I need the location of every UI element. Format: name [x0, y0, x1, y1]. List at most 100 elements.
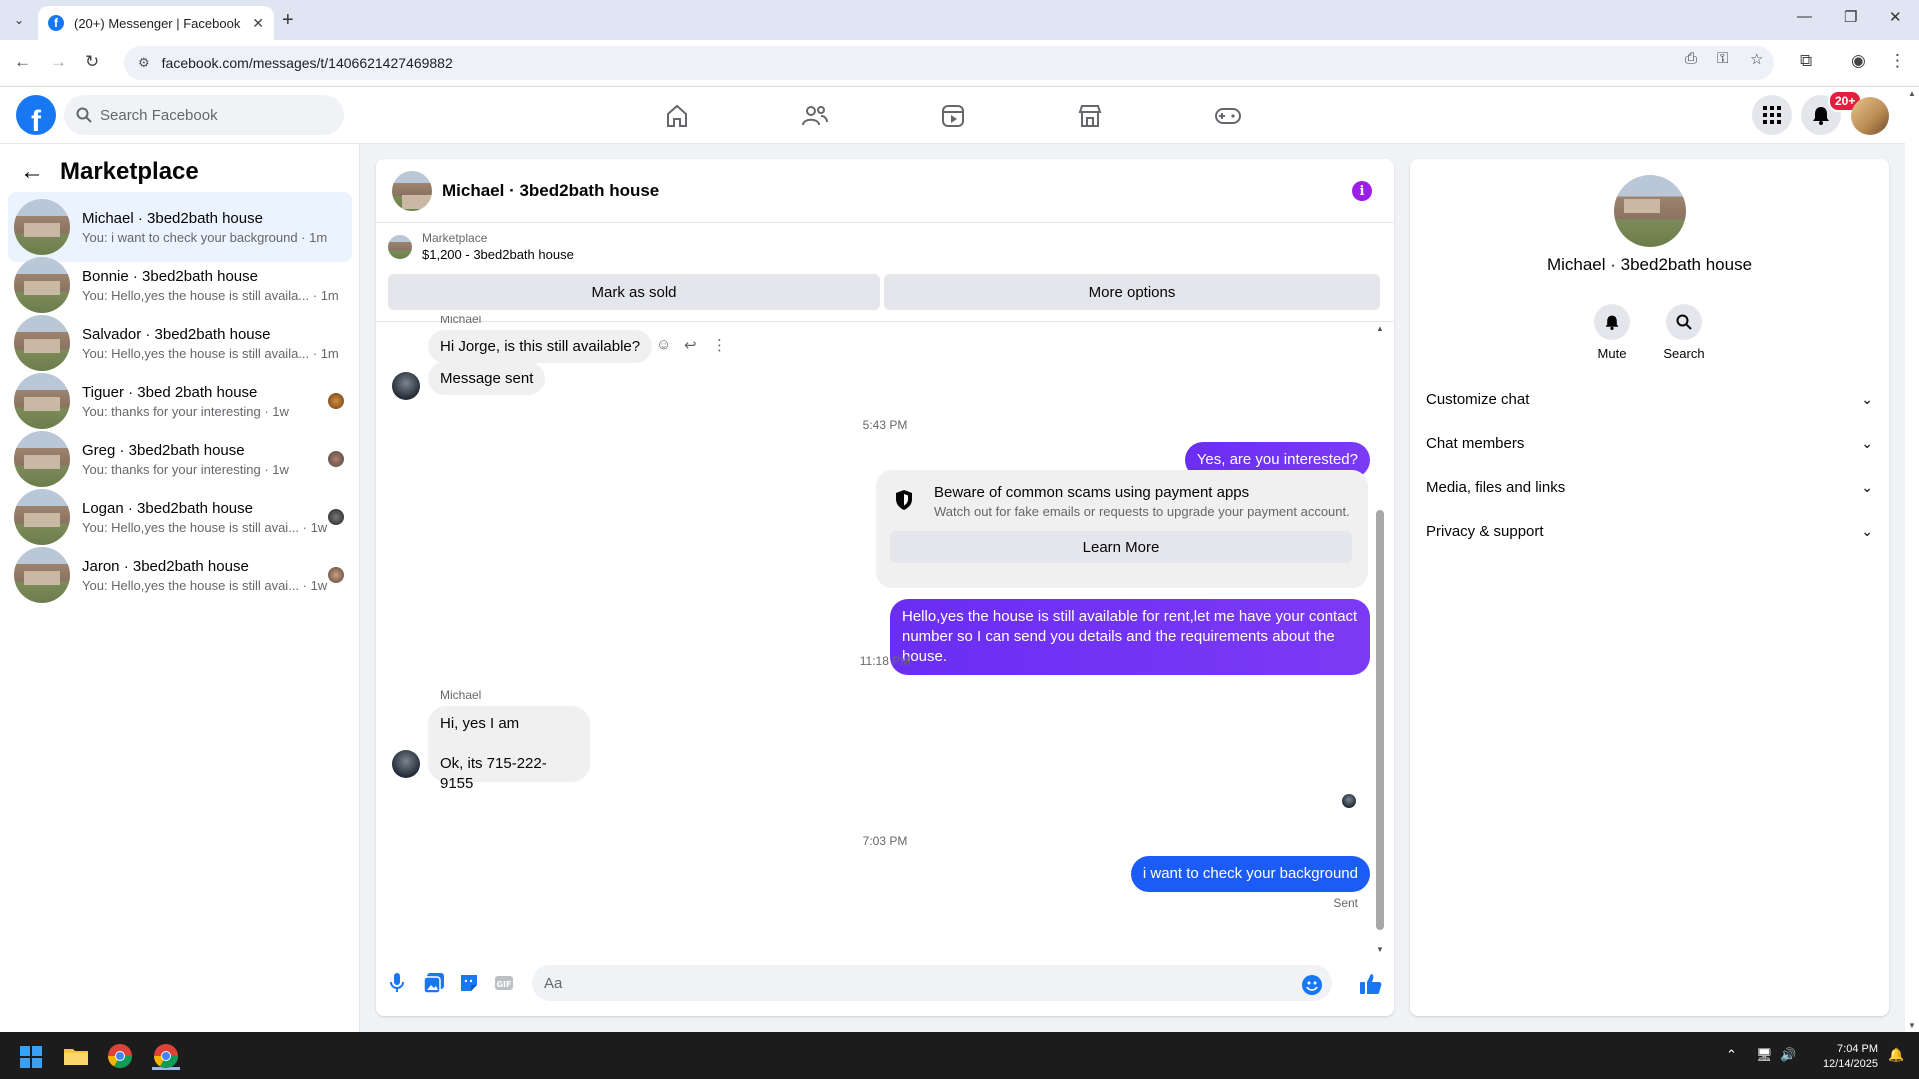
browser-menu-icon[interactable]: ⋮ [1889, 51, 1906, 71]
video-icon[interactable] [936, 99, 970, 133]
listing-thumbnail [14, 489, 70, 545]
mark-as-sold-button[interactable]: Mark as sold [388, 274, 880, 310]
message-input[interactable] [532, 965, 1332, 1001]
details-avatar[interactable] [1614, 175, 1686, 247]
page-scrollbar[interactable]: ▲ ▼ [1905, 87, 1919, 1032]
customize-chat-section[interactable]: Customize chat ⌄ [1426, 381, 1873, 417]
chat-avatar[interactable] [392, 170, 432, 211]
back-arrow-icon[interactable]: ← [14, 52, 31, 72]
chrome-icon[interactable] [106, 1042, 134, 1070]
conversation-item[interactable]: Jaron · 3bed2bath house You: Hello,yes th… [8, 540, 352, 610]
chat-panel: Michael · 3bed2bath house i Marketplace … [376, 159, 1394, 1016]
close-window-icon[interactable]: ✕ [1889, 8, 1902, 26]
sender-avatar[interactable] [392, 372, 420, 400]
scroll-up-arrow-icon[interactable]: ▲ [1908, 89, 1916, 98]
chat-members-section[interactable]: Chat members ⌄ [1426, 425, 1873, 461]
windows-start-icon[interactable] [20, 1046, 42, 1068]
address-bar[interactable]: ⚙ facebook.com/messages/t/14066214274698… [124, 46, 1774, 80]
chat-title[interactable]: Michael · 3bed2bath house [442, 181, 659, 201]
incoming-message[interactable]: Hi Jorge, is this still available? [428, 330, 653, 363]
marketplace-icon[interactable] [1073, 99, 1107, 133]
file-explorer-icon[interactable] [62, 1042, 90, 1070]
scroll-down-arrow-icon[interactable]: ▼ [1908, 1021, 1916, 1030]
emoji-icon[interactable] [1302, 975, 1322, 1000]
sidebar-header: ← Marketplace [20, 158, 199, 186]
message-composer: GIF [376, 951, 1394, 1016]
clock-time: 7:04 PM [1837, 1043, 1878, 1055]
home-icon[interactable] [660, 99, 694, 133]
svg-text:GIF: GIF [496, 980, 511, 989]
section-label: Chat members [1426, 434, 1525, 452]
react-emoji-icon[interactable]: ☺ [656, 336, 671, 353]
volume-icon[interactable]: 🔊 [1780, 1047, 1796, 1063]
sender-name: Michael [440, 688, 482, 702]
menu-grid-icon[interactable] [1752, 95, 1792, 135]
conversation-preview: You: i want to check your background · 1… [82, 229, 328, 245]
mute-button[interactable]: Mute [1582, 304, 1642, 361]
incoming-message[interactable]: Message sent [428, 362, 546, 395]
facebook-logo-icon[interactable]: f [16, 95, 56, 135]
facebook-search[interactable] [64, 95, 344, 135]
browser-toolbar: ← → ↻ ⚙ facebook.com/messages/t/14066214… [0, 40, 1919, 87]
search-in-chat-button[interactable]: Search [1654, 304, 1714, 361]
browser-tab[interactable]: f (20+) Messenger | Facebook ✕ [38, 6, 274, 40]
listing-thumbnail [388, 234, 412, 259]
photo-icon[interactable] [423, 973, 444, 998]
thread-scrollbar[interactable]: ▲ ▼ [1376, 324, 1384, 954]
friends-icon[interactable] [798, 99, 832, 133]
account-avatar[interactable] [1851, 97, 1889, 135]
new-tab-icon[interactable]: + [282, 9, 294, 32]
listing-summary[interactable]: Marketplace $1,200 - 3bed2bath house [388, 231, 574, 262]
privacy-support-section[interactable]: Privacy & support ⌄ [1426, 513, 1873, 549]
gaming-icon[interactable] [1211, 99, 1245, 133]
password-key-icon[interactable]: ⚿ [1717, 50, 1728, 67]
media-files-section[interactable]: Media, files and links ⌄ [1426, 469, 1873, 505]
incoming-message: Ok, its 715-222-9155 [440, 755, 547, 792]
reload-icon[interactable]: ↻ [85, 52, 99, 72]
learn-more-button[interactable]: Learn More [890, 531, 1352, 563]
scroll-up-arrow-icon[interactable]: ▲ [1376, 324, 1384, 333]
section-label: Media, files and links [1426, 478, 1566, 496]
listing-price: $1,200 - 3bed2bath house [422, 247, 574, 262]
message-status: Sent [1333, 896, 1358, 910]
tab-title: (20+) Messenger | Facebook [74, 15, 241, 31]
tray-chevron-up-icon[interactable]: ⌃ [1726, 1047, 1737, 1063]
outgoing-message[interactable]: i want to check your background [1130, 856, 1370, 892]
listing-thumbnail [14, 257, 70, 313]
marketplace-sidebar: ← Marketplace Michael · 3bed2bath house Y… [0, 144, 360, 1032]
install-app-icon[interactable]: ⎙ [1685, 50, 1697, 67]
clock-date: 12/14/2025 [1822, 1058, 1878, 1070]
chrome-active-icon[interactable] [152, 1042, 180, 1070]
back-arrow-icon[interactable]: ← [20, 158, 44, 186]
incoming-message-group[interactable]: Hi, yes I am Ok, its 715-222-9155 [428, 706, 590, 792]
timestamp: 5:43 PM [862, 418, 908, 432]
close-tab-icon[interactable]: ✕ [252, 15, 264, 32]
tab-search-chevron-icon[interactable]: ⌄ [8, 9, 30, 31]
restore-icon[interactable]: ❐ [1844, 8, 1857, 26]
chat-details-panel: Michael · 3bed2bath house Mute Search Cu… [1410, 159, 1889, 1016]
site-info-icon[interactable]: ⚙ [138, 55, 150, 71]
sender-avatar[interactable] [392, 750, 420, 778]
chevron-down-icon: ⌄ [1861, 434, 1873, 451]
system-clock[interactable]: 7:04 PM 12/14/2025 [1818, 1042, 1878, 1072]
more-actions-icon[interactable]: ⋮ [712, 336, 727, 354]
info-icon[interactable]: i [1352, 181, 1372, 201]
conversation-preview: You: Hello,yes the house is still availa… [82, 345, 339, 361]
network-icon[interactable]: 🖥 [1756, 1047, 1773, 1063]
notification-center-icon[interactable]: 🔔 [1888, 1047, 1904, 1063]
profile-icon[interactable]: ◉ [1851, 51, 1866, 71]
minimize-icon[interactable]: — [1797, 8, 1812, 25]
reply-icon[interactable]: ↩ [684, 336, 697, 354]
conversation-name: Bonnie · 3bed2bath house [82, 267, 258, 285]
forward-arrow-icon[interactable]: → [50, 52, 67, 72]
sticker-icon[interactable] [459, 973, 479, 998]
bookmark-star-icon[interactable]: ☆ [1750, 50, 1763, 68]
scrollbar-thumb[interactable] [1376, 510, 1384, 930]
search-input[interactable] [100, 106, 320, 124]
extensions-icon[interactable]: ⧉ [1800, 51, 1812, 71]
gif-icon[interactable]: GIF [494, 973, 514, 998]
sender-name: Michael [440, 316, 482, 326]
more-options-button[interactable]: More options [884, 274, 1380, 310]
microphone-icon[interactable] [390, 973, 404, 998]
thumbs-up-icon[interactable] [1360, 973, 1382, 1000]
